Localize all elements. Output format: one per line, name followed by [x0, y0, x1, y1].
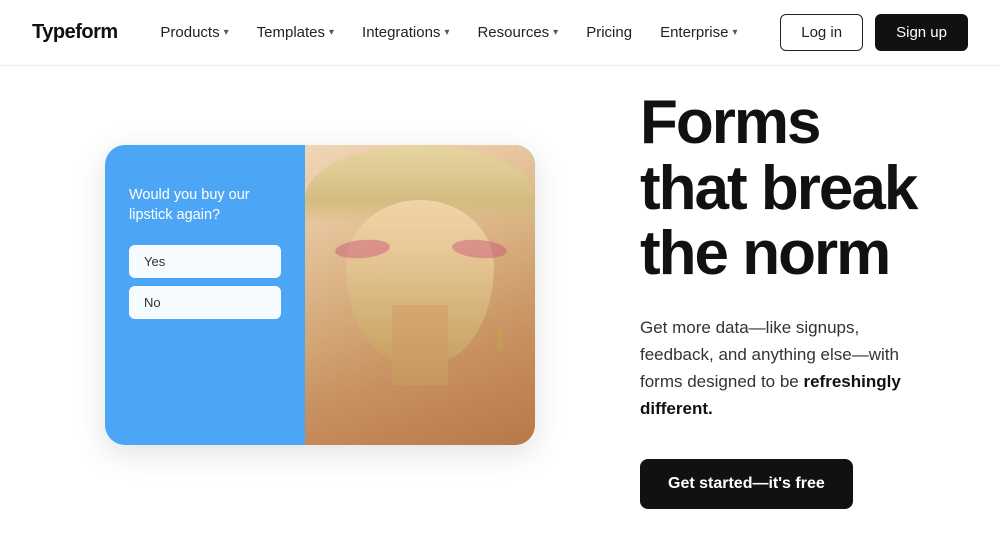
nav-label-resources: Resources [477, 24, 549, 41]
form-card: Would you buy our lipstick again? Yes No [105, 145, 535, 445]
hero-headline: Forms that break the norm [640, 90, 920, 285]
nav-label-integrations: Integrations [362, 24, 440, 41]
logo[interactable]: Typeform [32, 21, 118, 44]
nav-item-integrations[interactable]: Integrations ▾ [350, 16, 461, 49]
earring-decoration [497, 330, 503, 352]
nav-item-products[interactable]: Products ▾ [148, 16, 240, 49]
hero-illustration: Would you buy our lipstick again? Yes No [60, 145, 580, 455]
hero-content: Forms that break the norm Get more data—… [580, 90, 920, 508]
form-card-left: Would you buy our lipstick again? Yes No [105, 145, 305, 445]
hero-subtext: Get more data—like signups, feedback, an… [640, 314, 920, 423]
headline-line3: the norm [640, 219, 889, 288]
nav-links: Products ▾ Templates ▾ Integrations ▾ Re… [148, 16, 749, 49]
headline-line1: Forms [640, 88, 819, 157]
chevron-down-icon: ▾ [553, 27, 558, 38]
headline-line2: that break [640, 154, 916, 223]
form-options: Yes No [129, 245, 281, 319]
hero-section: Would you buy our lipstick again? Yes No [0, 66, 1000, 533]
form-question: Would you buy our lipstick again? [129, 185, 281, 226]
chevron-down-icon: ▾ [444, 27, 449, 38]
nav-label-pricing: Pricing [586, 24, 632, 41]
login-button[interactable]: Log in [780, 14, 863, 51]
cta-button[interactable]: Get started—it's free [640, 459, 853, 509]
nav-item-pricing[interactable]: Pricing [574, 16, 644, 49]
nav-label-enterprise: Enterprise [660, 24, 728, 41]
form-option-yes[interactable]: Yes [129, 245, 281, 278]
chevron-down-icon: ▾ [224, 27, 229, 38]
nav-item-templates[interactable]: Templates ▾ [245, 16, 346, 49]
chevron-down-icon: ▾ [329, 27, 334, 38]
form-option-no[interactable]: No [129, 286, 281, 319]
nav-item-resources[interactable]: Resources ▾ [465, 16, 570, 49]
neck-decoration [392, 305, 447, 385]
hero-photo [305, 145, 535, 445]
nav-label-products: Products [160, 24, 219, 41]
nav-label-templates: Templates [257, 24, 325, 41]
navbar: Typeform Products ▾ Templates ▾ Integrat… [0, 0, 1000, 66]
nav-actions: Log in Sign up [780, 14, 968, 51]
signup-button[interactable]: Sign up [875, 14, 968, 51]
chevron-down-icon: ▾ [732, 27, 737, 38]
form-card-wrapper: Would you buy our lipstick again? Yes No [105, 145, 535, 455]
nav-item-enterprise[interactable]: Enterprise ▾ [648, 16, 749, 49]
